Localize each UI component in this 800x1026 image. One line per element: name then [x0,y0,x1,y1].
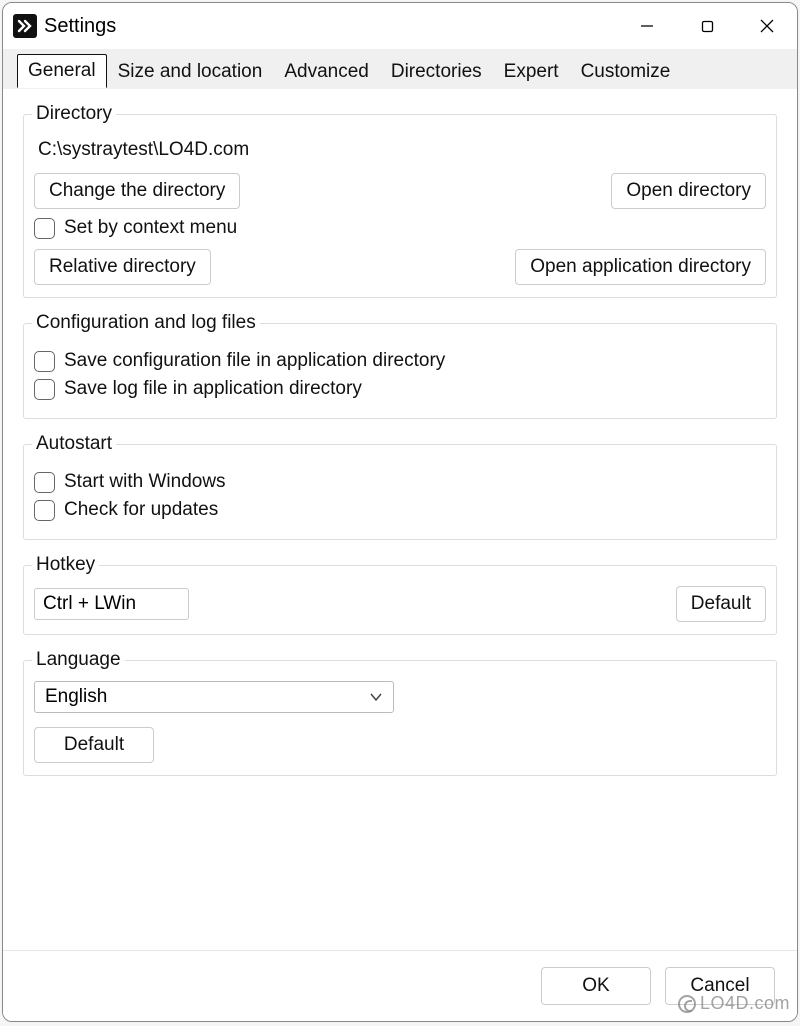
save-log-checkbox[interactable] [34,379,55,400]
legend-directory: Directory [32,103,116,125]
tab-directories[interactable]: Directories [380,55,493,88]
titlebar: Settings [3,3,797,49]
tab-general[interactable]: General [17,54,107,88]
hotkey-default-button[interactable]: Default [676,586,766,622]
group-config-log: Configuration and log files Save configu… [23,312,777,419]
app-icon [13,14,37,38]
maximize-button[interactable] [677,3,737,49]
content-area: Directory Change the directory Open dire… [3,89,797,950]
close-button[interactable] [737,3,797,49]
cancel-button[interactable]: Cancel [665,967,775,1005]
tabs-row: General Size and location Advanced Direc… [3,49,797,89]
tab-size-location[interactable]: Size and location [107,55,274,88]
start-with-windows-label: Start with Windows [64,471,226,493]
open-application-directory-button[interactable]: Open application directory [515,249,766,285]
language-value: English [45,686,107,708]
check-for-updates-label: Check for updates [64,499,218,521]
tab-expert[interactable]: Expert [493,55,570,88]
tab-advanced[interactable]: Advanced [273,55,380,88]
legend-config-log: Configuration and log files [32,312,260,334]
footer: OK Cancel [3,950,797,1021]
hotkey-input[interactable] [34,588,189,620]
set-by-context-menu-label: Set by context menu [64,217,237,239]
group-language: Language English Default [23,649,777,776]
settings-window: Settings General Size and location Advan… [2,2,798,1022]
start-with-windows-checkbox[interactable] [34,472,55,493]
minimize-button[interactable] [617,3,677,49]
language-select[interactable]: English [34,681,394,713]
window-title: Settings [44,15,116,38]
save-config-checkbox[interactable] [34,351,55,372]
open-directory-button[interactable]: Open directory [611,173,766,209]
save-log-label: Save log file in application directory [64,378,362,400]
set-by-context-menu-checkbox[interactable] [34,218,55,239]
change-directory-button[interactable]: Change the directory [34,173,240,209]
save-config-label: Save configuration file in application d… [64,350,445,372]
ok-button[interactable]: OK [541,967,651,1005]
group-directory: Directory Change the directory Open dire… [23,103,777,298]
group-hotkey: Hotkey Default [23,554,777,635]
legend-autostart: Autostart [32,433,116,455]
chevron-down-icon [369,692,383,702]
language-default-button[interactable]: Default [34,727,154,763]
legend-language: Language [32,649,125,671]
directory-path-input[interactable] [34,135,766,165]
legend-hotkey: Hotkey [32,554,99,576]
check-for-updates-checkbox[interactable] [34,500,55,521]
group-autostart: Autostart Start with Windows Check for u… [23,433,777,540]
tab-customize[interactable]: Customize [570,55,682,88]
relative-directory-button[interactable]: Relative directory [34,249,211,285]
